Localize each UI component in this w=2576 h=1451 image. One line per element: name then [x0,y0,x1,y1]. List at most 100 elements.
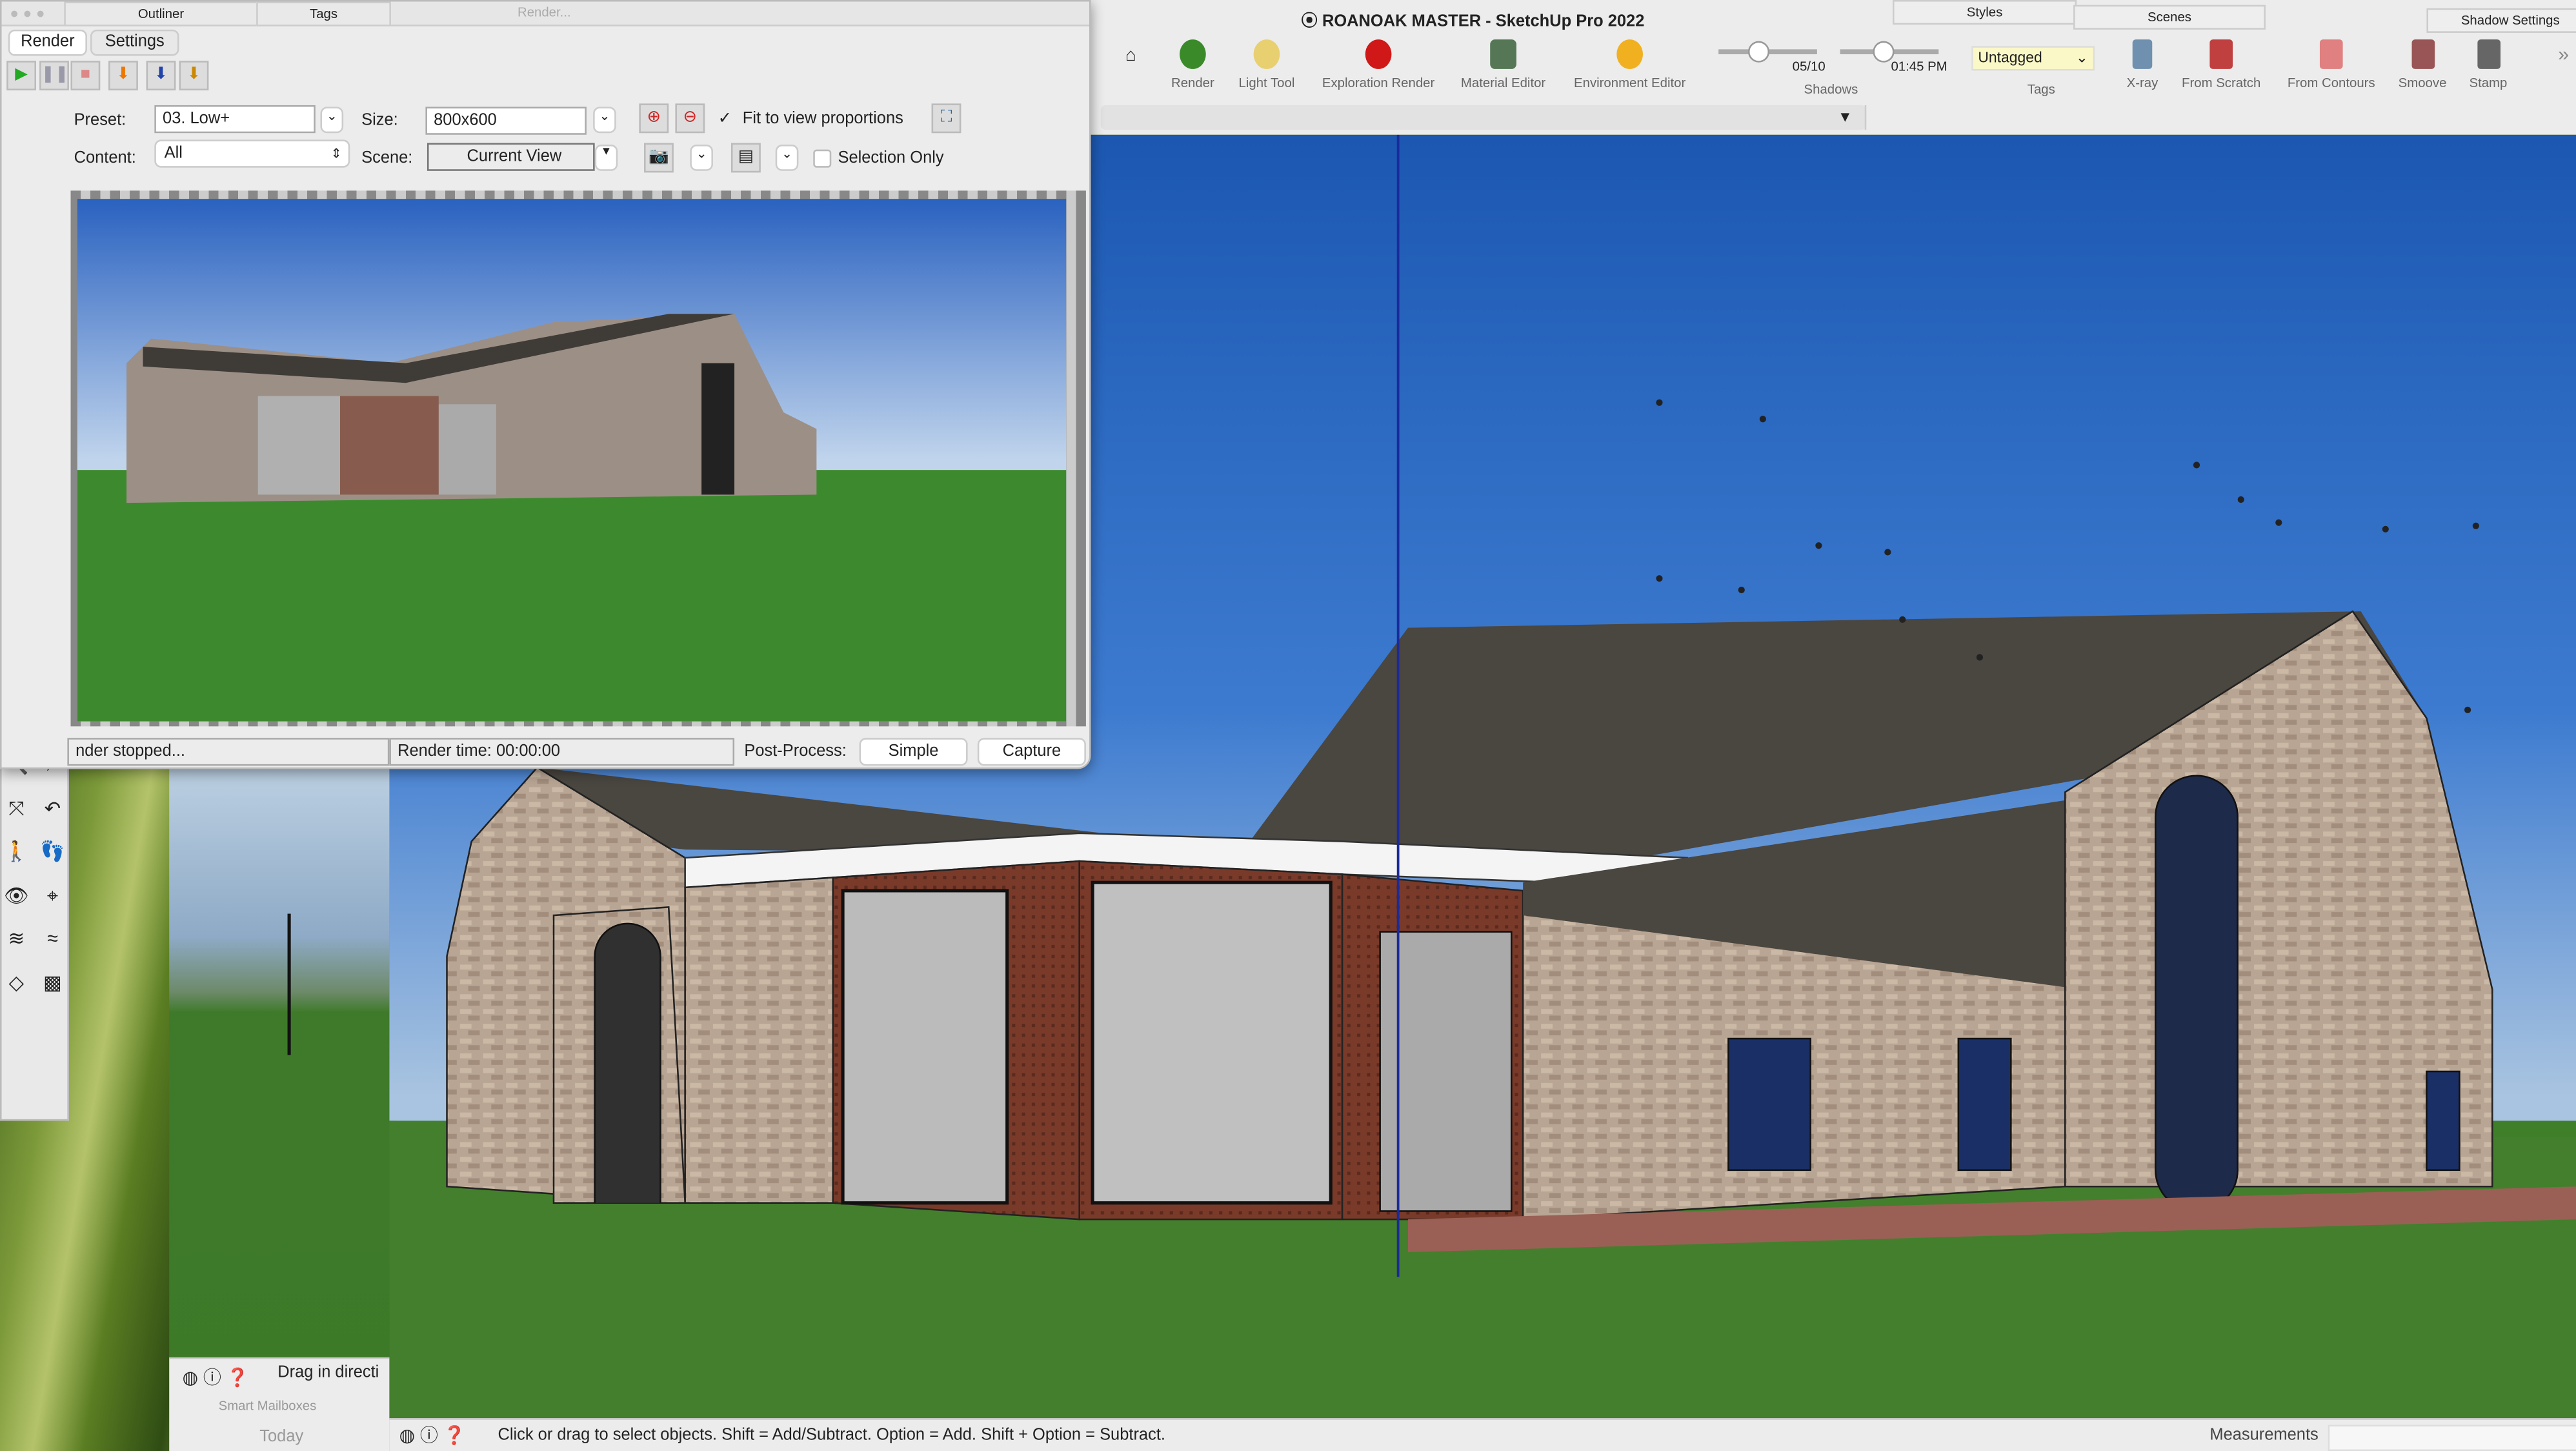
export-icon[interactable]: ⬇ [146,61,176,91]
dialog-titlebar: ● ● ● Outliner Tags Render... [1,1,1089,26]
sketchup-toolbar: ⦿ ROANOAK MASTER - SketchUp Pro 2022 Sty… [1087,0,2576,236]
footprints-tool-icon[interactable]: 👣 [38,837,68,866]
measurements-input[interactable] [2328,1425,2576,1451]
stamp-tool[interactable]: Stamp [2451,39,2526,90]
xray-icon [2132,39,2153,69]
layers-icon[interactable]: ▤ [730,143,761,173]
selection-only-checkbox[interactable] [813,149,832,168]
capture-button[interactable]: Capture [977,738,1086,766]
stamp-label: Stamp [2469,76,2508,91]
preset-field[interactable]: 03. Low+ [154,105,316,134]
exploration-render-tool[interactable]: Exploration Render [1321,39,1436,90]
zoom-out-icon[interactable]: ⊖ [675,103,705,134]
tab-render-label: Render [21,32,75,51]
size-value: 800x600 [434,112,497,130]
camera-icon[interactable]: 📷 [644,143,674,173]
selection-only-label: Selection Only [838,149,944,168]
screen: ◍ ⓘ ❓ Drag in directi Smart Mailboxes To… [0,0,2576,1451]
stamp-tool-icon[interactable]: ▩ [38,967,68,997]
environment-editor-tool[interactable]: Environment Editor [1564,39,1696,90]
scene-value: Current View [467,148,562,167]
light-tool[interactable]: Light Tool [1209,39,1324,90]
smoove-icon [2411,39,2434,69]
preset-value: 03. Low+ [163,110,230,128]
position-tool-icon[interactable]: ⌖ [38,880,68,909]
window-controls[interactable]: ● ● ● [10,5,45,21]
zoom-extents-tool-icon[interactable]: ⤧ [2,793,32,822]
size-dropdown[interactable]: ⌄ [593,107,616,134]
scenes-panel-tab[interactable]: Scenes [2073,5,2266,30]
outliner-panel-tab[interactable]: Outliner [64,1,258,26]
slider-thumb[interactable] [1747,41,1770,63]
render-label: Render [1171,76,1214,91]
content-label: Content: [74,149,136,168]
status-icons[interactable]: ◍ ⓘ ❓ [399,1420,466,1451]
fit-checkbox[interactable]: ✓ [718,110,732,128]
simple-label: Simple [888,742,939,761]
status-bar: ◍ ⓘ ❓ Click or drag to select objects. S… [389,1418,2576,1451]
zoom-in-icon[interactable]: ⊕ [639,103,669,134]
material-editor-tool[interactable]: Material Editor [1445,39,1560,90]
pause-icon[interactable]: ❚❚ [39,61,69,91]
preset-dropdown[interactable]: ⌄ [320,107,344,134]
shadow-settings-panel-tab[interactable]: Shadow Settings [2426,8,2576,33]
window-title: ⦿ ROANOAK MASTER - SketchUp Pro 2022 [1301,13,1645,32]
from-scratch-label: From Scratch [2182,76,2261,91]
render-preview [70,190,1086,727]
walk-tool-icon[interactable]: 🚶 [2,837,32,866]
material-label: Material Editor [1460,76,1546,91]
tab-render[interactable]: Render [8,29,87,56]
fit-frame-icon[interactable]: ⛶ [931,103,961,134]
from-scratch-tool[interactable]: From Scratch [2172,39,2271,90]
archive-icon[interactable]: ⬇ [179,61,209,91]
capture-label: Capture [1002,742,1062,761]
hint-text: Drag in directi [277,1364,379,1383]
render-icon [1180,39,1206,69]
material-icon [1490,39,1516,69]
status-message: Click or drag to select objects. Shift =… [498,1426,1165,1445]
sandbox-tool-icon[interactable]: ≋ [2,924,32,953]
xray-label: X-ray [2126,76,2158,91]
xray-tool[interactable]: X-ray [2101,39,2183,90]
shadow-date-slider[interactable] [1718,41,1817,63]
scenes-label: Scenes [2148,10,2191,25]
tags-panel-tab[interactable]: Tags [256,1,391,26]
measurements-label: Measurements [2209,1426,2319,1445]
contour-tool-icon[interactable]: ≈ [38,924,68,953]
styles-panel-tab[interactable]: Styles [1892,0,2077,25]
from-contours-icon [2319,39,2343,69]
from-contours-tool[interactable]: From Contours [2274,39,2389,90]
light-icon [1253,39,1280,69]
preset-label: Preset: [74,112,126,130]
exploration-label: Exploration Render [1322,76,1435,91]
stop-icon[interactable]: ■ [70,61,101,91]
light-label: Light Tool [1238,76,1295,91]
smoove-tool[interactable]: Smoove [2386,39,2460,90]
content-select[interactable]: All ⇕ [154,139,350,168]
shadow-time-slider[interactable] [1840,41,1939,63]
shadow-settings-label: Shadow Settings [2460,13,2560,28]
smoove-tool-icon[interactable]: ◇ [2,967,32,997]
simple-button[interactable]: Simple [859,738,968,766]
save-image-icon[interactable]: ⬇ [108,61,138,91]
tab-settings-label: Settings [105,32,165,51]
fit-label: Fit to view proportions [742,110,903,128]
scene-label: Scene: [361,149,413,168]
previous-tool-icon[interactable]: ↶ [38,793,68,822]
mailbox-label: Smart Mailboxes [218,1398,317,1414]
scene-tabs: Scene 1Scene 6Scene 7Scene 9Scene 11Scen… [1100,105,1866,236]
scene-dropdown[interactable]: ▼ [594,145,618,171]
size-field[interactable]: 800x600 [425,107,587,135]
tags-label: Tags [2027,82,2055,97]
post-process-label: Post-Process: [744,742,847,761]
scene-field[interactable]: Current View [427,143,595,171]
camera-dropdown[interactable]: ⌄ [690,145,713,171]
scene-menu-icon[interactable]: ▼ [1826,105,1866,130]
overflow-chevron-icon[interactable]: » [2558,43,2569,66]
tags-dropdown[interactable]: Untagged ⌄ [1971,46,2095,71]
layers-dropdown[interactable]: ⌄ [775,145,799,171]
content-value: All [164,145,183,163]
play-icon[interactable]: ▶ [6,61,37,91]
lookaround-tool-icon[interactable]: 👁 [2,880,32,909]
tab-settings[interactable]: Settings [90,29,179,56]
